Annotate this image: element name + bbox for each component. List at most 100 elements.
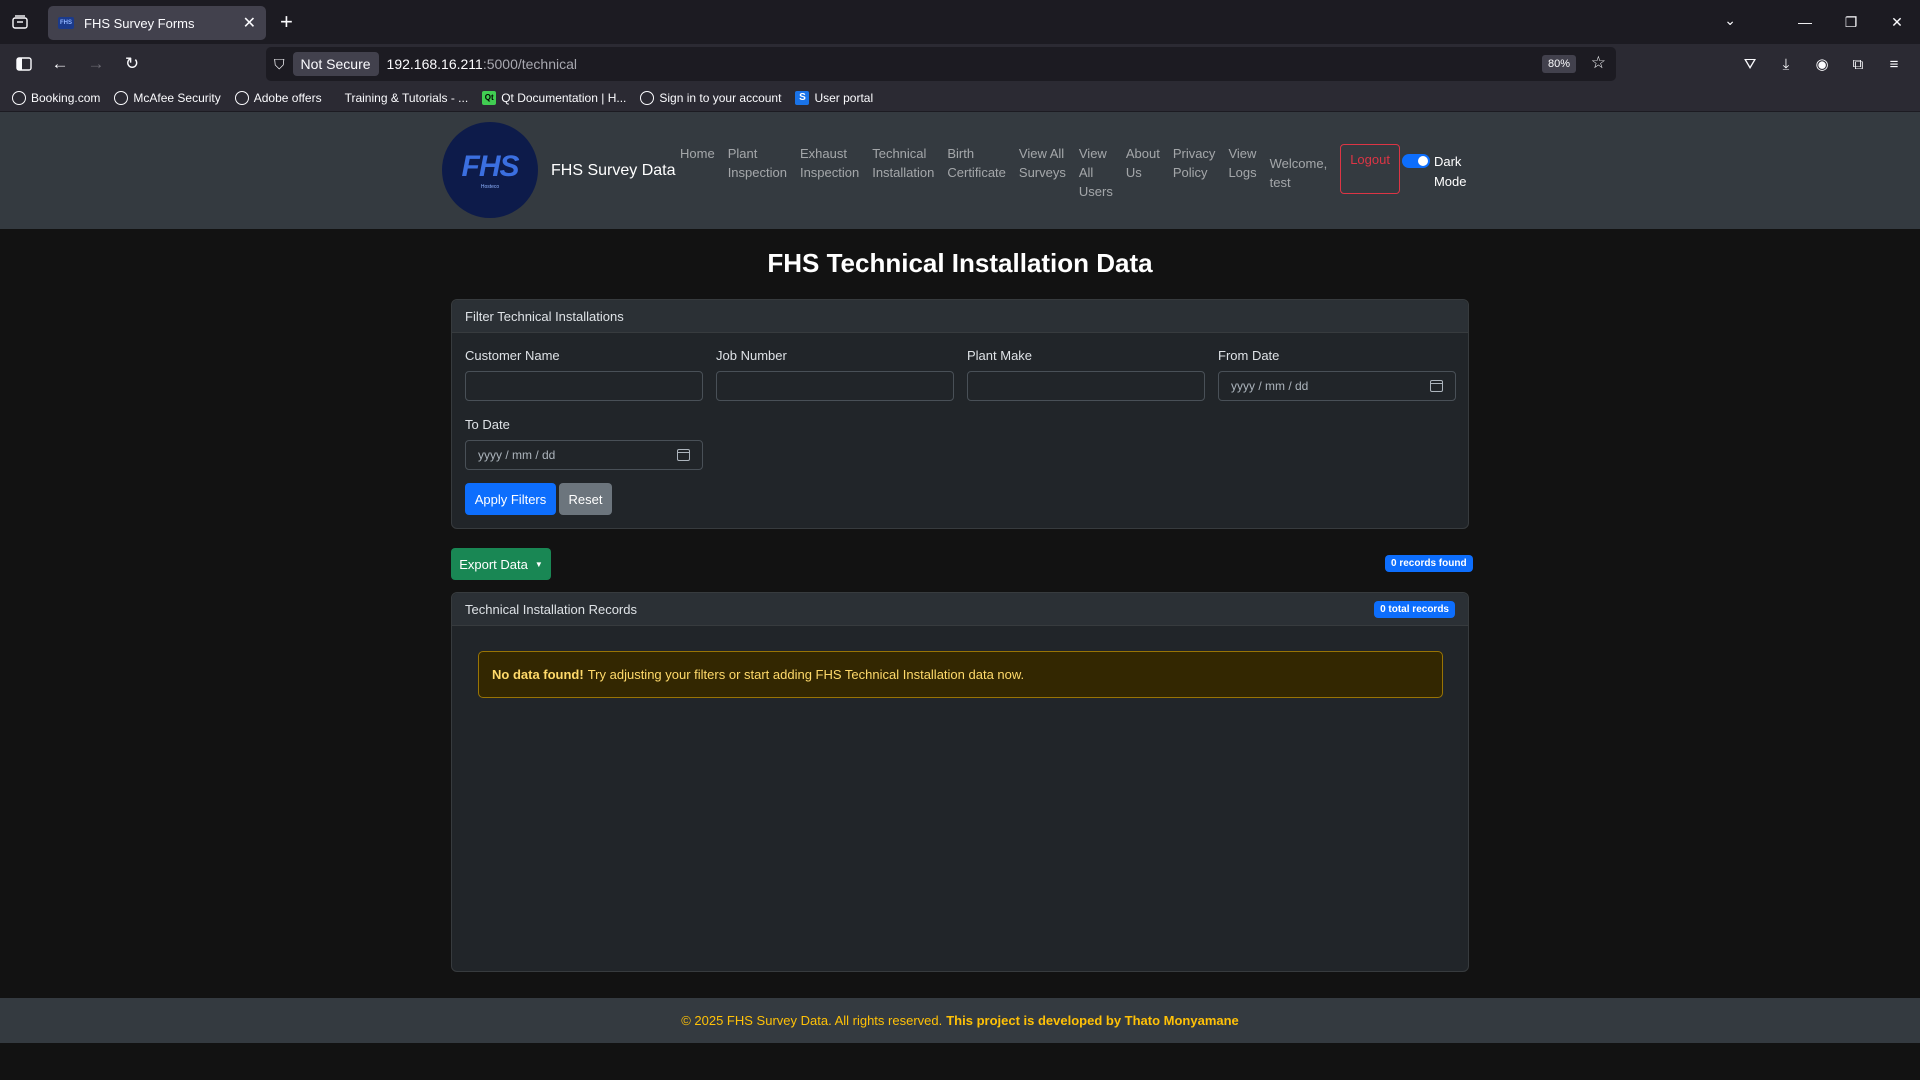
records-card-header: Technical Installation Records 0 total r…	[452, 593, 1468, 626]
new-tab-icon[interactable]: +	[280, 10, 293, 34]
page-title: FHS Technical Installation Data	[767, 248, 1153, 278]
bookmark-label: Booking.com	[31, 90, 101, 105]
window-controls: — ❐ ✕	[1782, 0, 1920, 44]
forward-icon[interactable]: →	[78, 44, 114, 84]
bookmark-user-portal[interactable]: S User portal	[795, 90, 874, 105]
zoom-level[interactable]: 80%	[1541, 55, 1576, 73]
url-path: :5000/technical	[482, 56, 578, 72]
alert-message: Try adjusting your filters or start addi…	[587, 667, 1025, 682]
to-date-input[interactable]: yyyy / mm / dd	[465, 440, 703, 470]
browser-tab-bar: FHS FHS Survey Forms ✕ + ⌄ — ❐ ✕	[0, 0, 1920, 44]
reload-icon[interactable]: ↻	[114, 44, 150, 84]
caret-down-icon: ▼	[534, 559, 543, 569]
dark-mode-toggle[interactable]: Dark Mode	[1401, 152, 1467, 192]
pocket-icon[interactable]: ⛛	[1732, 56, 1768, 73]
customer-name-field: Customer Name	[465, 348, 703, 401]
back-icon[interactable]: ←	[42, 44, 78, 84]
dark-mode-label: Dark Mode	[1433, 154, 1467, 189]
apply-filters-button[interactable]: Apply Filters	[465, 483, 556, 515]
bookmark-sign-in[interactable]: Sign in to your account	[640, 90, 782, 105]
site-favicon-icon: FHS	[58, 17, 74, 29]
records-header-title: Technical Installation Records	[465, 601, 637, 617]
bookmark-label: User portal	[814, 90, 874, 105]
nav-birth-certificate[interactable]: Birth Certificate	[947, 144, 1006, 182]
nav-privacy-policy[interactable]: Privacy Policy	[1173, 144, 1216, 182]
bookmark-training[interactable]: Training & Tutorials - ...	[336, 91, 469, 105]
main-menu: Home Plant Inspection Exhaust Inspection T…	[680, 144, 1467, 201]
no-data-alert: No data found! Try adjusting your filter…	[478, 651, 1443, 698]
nav-exhaust-inspection[interactable]: Exhaust Inspection	[800, 144, 859, 182]
site-navbar: FHS Hosteco FHS Survey Data Home Plant In…	[0, 112, 1920, 229]
from-date-field: From Date yyyy / mm / dd	[1218, 348, 1456, 401]
reset-button[interactable]: Reset	[559, 483, 612, 515]
nav-view-all-users[interactable]: View All Users	[1079, 144, 1113, 201]
menu-icon[interactable]: ≡	[1876, 56, 1912, 73]
globe-icon	[234, 90, 249, 105]
restore-icon[interactable]: ❐	[1828, 14, 1874, 31]
bookmark-qt-docs[interactable]: Qt Qt Documentation | H...	[482, 90, 627, 105]
not-secure-badge[interactable]: Not Secure	[292, 52, 379, 76]
bookmark-star-icon[interactable]: ☆	[1591, 53, 1606, 73]
downloads-icon[interactable]: ⤓	[1768, 56, 1804, 73]
logout-button[interactable]: Logout	[1340, 144, 1400, 194]
job-number-input[interactable]	[716, 371, 954, 401]
tab-close-icon[interactable]: ✕	[243, 13, 256, 33]
to-date-label: To Date	[465, 417, 510, 432]
customer-name-label: Customer Name	[465, 348, 560, 363]
job-number-label: Job Number	[716, 348, 787, 363]
calendar-icon[interactable]	[677, 449, 690, 461]
brand-name[interactable]: FHS Survey Data	[551, 162, 675, 180]
window-close-icon[interactable]: ✕	[1874, 14, 1920, 31]
dark-mode-switch[interactable]	[1401, 154, 1430, 168]
to-date-field: To Date yyyy / mm / dd	[465, 417, 703, 470]
globe-icon	[12, 90, 26, 105]
bookmark-label: Adobe offers	[253, 90, 322, 105]
filter-card: Filter Technical Installations Customer …	[451, 299, 1469, 529]
toolbar-actions: ⛛ ⤓ ◉ ⧉ ≡	[1732, 44, 1912, 84]
total-records-badge: 0 total records	[1374, 600, 1455, 618]
site-logo[interactable]: FHS Hosteco	[442, 122, 538, 218]
bookmark-label: Sign in to your account	[659, 90, 782, 105]
globe-icon	[640, 90, 655, 105]
from-date-label: From Date	[1218, 348, 1280, 363]
nav-about-us[interactable]: About Us	[1126, 144, 1160, 182]
tab-title: FHS Survey Forms	[84, 15, 195, 31]
qt-icon: Qt	[482, 90, 497, 105]
tab-overflow-chevron-icon[interactable]: ⌄	[1724, 12, 1736, 29]
tab-list-icon[interactable]	[0, 0, 40, 44]
records-card: Technical Installation Records 0 total r…	[451, 592, 1469, 972]
from-date-input[interactable]: yyyy / mm / dd	[1218, 371, 1456, 401]
browser-toolbar: ← → ↻ ⛉ Not Secure 192.168.16.211:5000/t…	[0, 44, 1920, 84]
bookmark-label: Qt Documentation | H...	[501, 90, 627, 105]
extensions-icon[interactable]: ⧉	[1840, 56, 1876, 73]
url-text[interactable]: 192.168.16.211:5000/technical	[387, 56, 577, 72]
bookmark-booking[interactable]: Booking.com	[12, 90, 101, 105]
s-favicon-icon: S	[795, 90, 810, 105]
sidebar-toggle-icon[interactable]	[6, 44, 42, 84]
nav-technical-installation[interactable]: Technical Installation	[872, 144, 934, 182]
bookmark-mcafee[interactable]: McAfee Security	[114, 90, 221, 105]
export-data-button[interactable]: Export Data ▼	[451, 548, 551, 580]
nav-home[interactable]: Home	[680, 144, 715, 163]
nav-plant-inspection[interactable]: Plant Inspection	[728, 144, 787, 182]
welcome-text: Welcome, test	[1269, 156, 1328, 190]
shield-icon[interactable]: ⛉	[274, 56, 285, 73]
footer-credit: This project is developed by Thato Monya…	[946, 1013, 1239, 1028]
plant-make-input[interactable]	[967, 371, 1205, 401]
bookmarks-bar: Booking.com McAfee Security Adobe offers…	[0, 84, 1920, 112]
plant-make-label: Plant Make	[967, 348, 1033, 363]
nav-view-logs[interactable]: View Logs	[1228, 144, 1256, 182]
job-number-field: Job Number	[716, 348, 954, 401]
address-bar[interactable]: ⛉ Not Secure 192.168.16.211:5000/technic…	[266, 47, 1616, 81]
customer-name-input[interactable]	[465, 371, 703, 401]
calendar-icon[interactable]	[1430, 380, 1443, 392]
to-date-placeholder: yyyy / mm / dd	[478, 448, 556, 462]
minimize-icon[interactable]: —	[1782, 14, 1828, 30]
account-icon[interactable]: ◉	[1804, 55, 1840, 73]
blank-favicon-icon	[336, 91, 340, 105]
bookmark-adobe[interactable]: Adobe offers	[234, 90, 322, 105]
browser-tab[interactable]: FHS FHS Survey Forms ✕	[48, 6, 266, 40]
export-data-label: Export Data	[459, 556, 528, 572]
bookmark-label: Training & Tutorials - ...	[344, 90, 469, 105]
nav-view-all-surveys[interactable]: View All Surveys	[1019, 144, 1066, 182]
